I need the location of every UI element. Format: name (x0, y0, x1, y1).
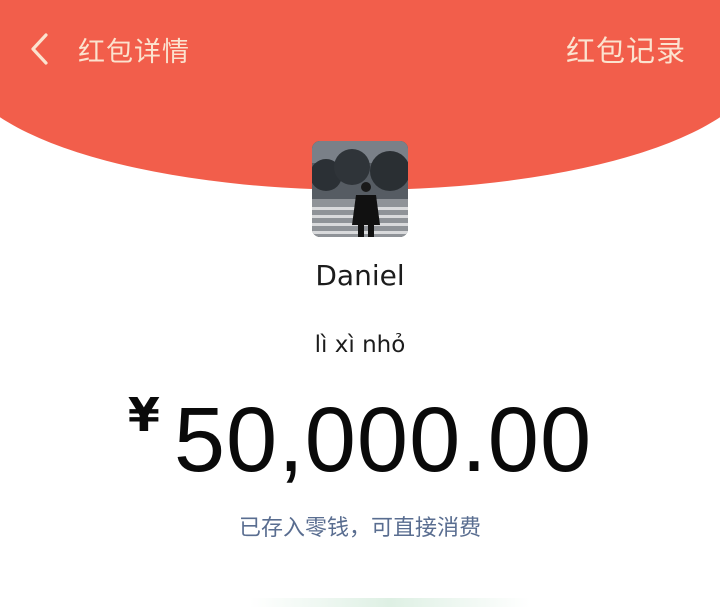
greeting-message: lì xì nhỏ (314, 332, 406, 358)
bottom-fade (250, 598, 530, 607)
chevron-left-icon (31, 33, 48, 65)
back-button[interactable] (28, 32, 54, 66)
amount-value: 50,000.00 (173, 389, 593, 491)
deposit-status-link[interactable]: 已存入零钱，可直接消费 (0, 510, 720, 542)
red-packet-records-link[interactable]: 红包记录 (566, 28, 686, 70)
amount-row: ¥50,000.00 (0, 388, 720, 498)
avatar[interactable] (312, 141, 408, 237)
red-packet-details-screen: 红包详情 红包记录 Daniel lì xì nhỏ ¥50,000.00 已存… (0, 0, 720, 607)
avatar-photo (312, 141, 408, 237)
currency-symbol: ¥ (127, 388, 160, 442)
header-bar: 红包详情 红包记录 (0, 4, 720, 88)
sender-name: Daniel (315, 259, 405, 292)
page-title: 红包详情 (78, 37, 190, 68)
